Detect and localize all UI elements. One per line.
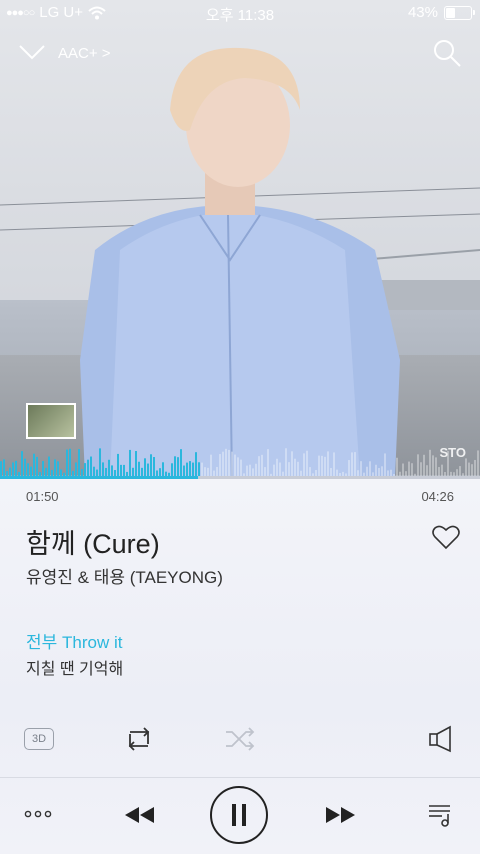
heart-icon[interactable] bbox=[432, 524, 460, 550]
waveform-bar bbox=[432, 455, 434, 478]
waveform-bar bbox=[258, 456, 260, 478]
battery-icon bbox=[444, 5, 475, 20]
waveform-bar bbox=[285, 448, 287, 478]
waveform-bar bbox=[234, 454, 236, 478]
battery-percent: 43% bbox=[407, 4, 438, 21]
waveform-bar bbox=[306, 450, 308, 478]
waveform bbox=[0, 448, 479, 478]
waveform-bar bbox=[318, 455, 320, 478]
waveform-bar bbox=[135, 451, 137, 478]
next-icon[interactable] bbox=[324, 806, 356, 824]
waveform-bar bbox=[303, 453, 305, 478]
chevron-down-icon[interactable] bbox=[18, 42, 46, 62]
waveform-bar bbox=[261, 454, 263, 478]
waveform-bar bbox=[180, 449, 182, 478]
speaker-icon[interactable] bbox=[428, 724, 454, 754]
3d-effect-button[interactable]: 3D bbox=[24, 728, 54, 750]
more-icon[interactable] bbox=[24, 808, 52, 820]
pause-icon bbox=[232, 804, 246, 826]
waveform-bar bbox=[228, 449, 230, 478]
waveform-bar bbox=[153, 457, 155, 478]
waveform-bar bbox=[78, 449, 80, 478]
search-icon[interactable] bbox=[432, 38, 462, 68]
waveform-bar bbox=[435, 457, 437, 478]
waveform-bar bbox=[384, 453, 386, 478]
waveform-bar bbox=[324, 456, 326, 478]
waveform-bar bbox=[33, 453, 35, 478]
waveform-bar bbox=[354, 452, 356, 478]
pause-button[interactable] bbox=[210, 786, 268, 844]
waveform-bar bbox=[222, 451, 224, 478]
previous-icon[interactable] bbox=[124, 806, 156, 824]
player-header: AAC+ > bbox=[0, 30, 480, 80]
waveform-bar bbox=[351, 452, 353, 478]
waveform-bar bbox=[36, 456, 38, 478]
watermark: STO bbox=[439, 445, 467, 460]
video-thumbnail[interactable] bbox=[26, 403, 76, 439]
waveform-bar bbox=[417, 454, 419, 478]
waveform-bar bbox=[174, 456, 176, 478]
waveform-bar bbox=[177, 457, 179, 478]
waveform-bar bbox=[225, 448, 227, 478]
codec-button[interactable]: AAC+ > bbox=[58, 45, 111, 62]
shuffle-icon[interactable] bbox=[224, 724, 256, 754]
waveform-bar bbox=[423, 454, 425, 478]
progress-fill bbox=[0, 476, 199, 479]
waveform-bar bbox=[327, 451, 329, 478]
waveform-bar bbox=[150, 454, 152, 478]
waveform-bar bbox=[237, 457, 239, 478]
waveform-bar bbox=[129, 449, 131, 478]
waveform-bar bbox=[321, 455, 323, 478]
waveform-bar bbox=[90, 456, 92, 478]
waveform-bar bbox=[21, 451, 23, 478]
waveform-bar bbox=[333, 452, 335, 478]
waveform-bar bbox=[219, 454, 221, 478]
lyric-next-line[interactable]: 지칠 땐 기억해 bbox=[26, 655, 123, 679]
waveform-bar bbox=[291, 451, 293, 478]
artist-name[interactable]: 유영진 & 태용 (TAEYONG) bbox=[26, 563, 223, 588]
waveform-bar bbox=[477, 450, 479, 478]
waveform-bar bbox=[48, 456, 50, 478]
waveform-bar bbox=[66, 449, 68, 478]
total-time: 04:26 bbox=[421, 489, 454, 504]
controls-divider bbox=[0, 777, 480, 778]
repeat-icon[interactable] bbox=[124, 724, 154, 754]
waveform-bar bbox=[267, 449, 269, 478]
waveform-bar bbox=[429, 449, 431, 478]
lyric-current-line[interactable]: 전부 Throw it bbox=[26, 628, 122, 653]
waveform-bar bbox=[117, 453, 119, 478]
waveform-bar bbox=[99, 448, 101, 478]
playlist-icon[interactable] bbox=[428, 802, 454, 828]
waveform-bar bbox=[210, 454, 212, 478]
song-title: 함께 (Cure) bbox=[26, 529, 160, 559]
waveform-bar bbox=[396, 457, 398, 478]
current-time: 01:50 bbox=[26, 489, 59, 504]
waveform-bar bbox=[69, 448, 71, 478]
status-bar: ●●●○○ LG U+ 오후 11:38 43% bbox=[0, 0, 480, 26]
waveform-bar bbox=[231, 451, 233, 478]
waveform-bar bbox=[195, 452, 197, 478]
